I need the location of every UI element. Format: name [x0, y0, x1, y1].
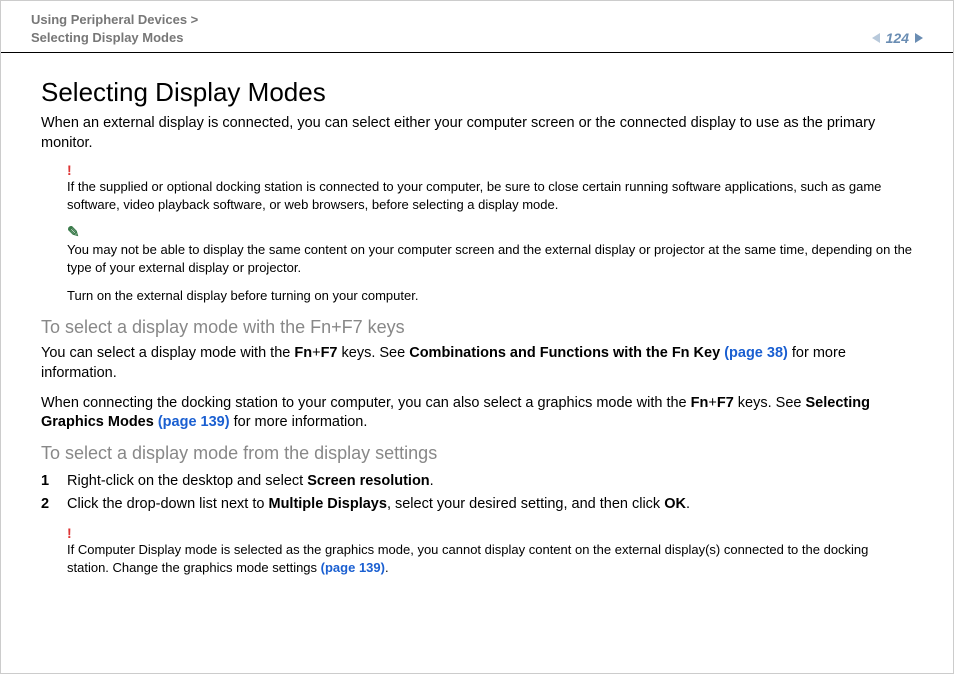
p2-text-c: for more information.: [230, 414, 368, 430]
paragraph-1: You can select a display mode with the F…: [41, 344, 913, 383]
warning2-b: .: [385, 560, 389, 575]
page-number: 124: [886, 30, 909, 46]
page-content: Selecting Display Modes When an external…: [1, 53, 953, 576]
link-page-139-b[interactable]: (page 139): [321, 560, 385, 575]
page-number-nav: 124: [872, 30, 923, 46]
step-2-text: Click the drop-down list next to Multipl…: [67, 493, 690, 516]
step-1-bold: Screen resolution: [307, 473, 429, 489]
p1-fn-key: Fn: [294, 345, 312, 361]
subheading-1: To select a display mode with the Fn+F7 …: [41, 317, 913, 338]
step-1-c: .: [430, 473, 434, 489]
next-page-icon[interactable]: [915, 33, 923, 43]
p2-text-a: When connecting the docking station to y…: [41, 395, 691, 411]
step-1-number: 1: [41, 470, 67, 493]
link-page-139-a[interactable]: (page 139): [158, 414, 230, 430]
step-1-text: Right-click on the desktop and select Sc…: [67, 470, 434, 493]
p1-plus: +: [312, 345, 320, 361]
page-header: Using Peripheral Devices > Selecting Dis…: [1, 1, 953, 53]
warning-icon-2: !: [67, 526, 913, 540]
p1-ref-bold: Combinations and Functions with the Fn K…: [409, 345, 724, 361]
p2-fn-key: Fn: [691, 395, 709, 411]
memo-note: ✎ You may not be able to display the sam…: [67, 225, 913, 276]
link-page-38[interactable]: (page 38): [724, 345, 788, 361]
warning-note-1: ! If the supplied or optional docking st…: [67, 163, 913, 213]
breadcrumb-line2: Selecting Display Modes: [31, 29, 198, 47]
memo-icon: ✎: [67, 225, 913, 240]
p1-f7-key: F7: [321, 345, 338, 361]
warning2-a: If Computer Display mode is selected as …: [67, 542, 868, 575]
step-1: 1 Right-click on the desktop and select …: [41, 470, 913, 493]
document-page: Using Peripheral Devices > Selecting Dis…: [0, 0, 954, 674]
warning-note-2: ! If Computer Display mode is selected a…: [67, 526, 913, 576]
breadcrumb: Using Peripheral Devices > Selecting Dis…: [31, 11, 198, 46]
step-2: 2 Click the drop-down list next to Multi…: [41, 493, 913, 516]
page-title: Selecting Display Modes: [41, 77, 913, 108]
step-2-a: Click the drop-down list next to: [67, 496, 268, 512]
p2-plus: +: [708, 395, 716, 411]
p1-text-a: You can select a display mode with the: [41, 345, 294, 361]
prev-page-icon[interactable]: [872, 33, 880, 43]
step-2-bold2: OK: [664, 496, 686, 512]
step-2-e: .: [686, 496, 690, 512]
p2-f7-key: F7: [717, 395, 734, 411]
steps-list: 1 Right-click on the desktop and select …: [41, 470, 913, 516]
step-2-c: , select your desired setting, and then …: [387, 496, 664, 512]
subheading-2: To select a display mode from the displa…: [41, 443, 913, 464]
step-2-bold1: Multiple Displays: [268, 496, 386, 512]
p2-text-b: keys. See: [734, 395, 806, 411]
p1-text-b: keys. See: [337, 345, 409, 361]
plain-note: Turn on the external display before turn…: [67, 288, 913, 303]
warning-text-1: If the supplied or optional docking stat…: [67, 178, 913, 213]
warning-text-2: If Computer Display mode is selected as …: [67, 541, 913, 576]
warning-icon: !: [67, 163, 913, 177]
intro-paragraph: When an external display is connected, y…: [41, 114, 913, 153]
memo-text: You may not be able to display the same …: [67, 241, 913, 276]
step-1-a: Right-click on the desktop and select: [67, 473, 307, 489]
step-2-number: 2: [41, 493, 67, 516]
paragraph-2: When connecting the docking station to y…: [41, 394, 913, 433]
breadcrumb-line1: Using Peripheral Devices >: [31, 11, 198, 29]
